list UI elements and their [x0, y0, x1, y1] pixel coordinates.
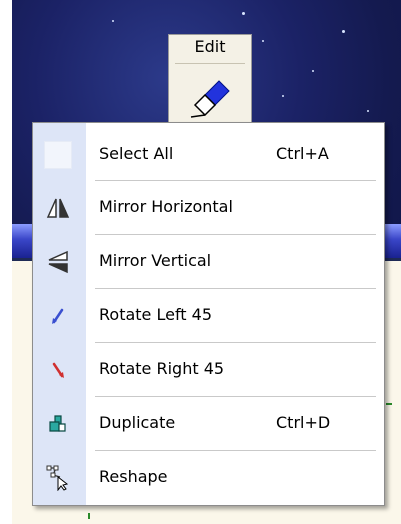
menu-item-label: Mirror Horizontal — [99, 197, 233, 216]
menu-item-label: Duplicate — [99, 413, 176, 432]
edit-label: Edit — [194, 37, 226, 56]
menu-item-label: Mirror Vertical — [99, 251, 212, 270]
menu-item-shortcut: Ctrl+A — [276, 144, 329, 163]
rotate-right-icon — [43, 355, 73, 385]
menu-separator — [95, 234, 376, 235]
menu-item-label: Rotate Right 45 — [99, 359, 225, 378]
duplicate-icon — [43, 409, 73, 439]
mirror-vertical-icon — [43, 247, 73, 277]
mirror-horizontal-icon — [43, 193, 73, 223]
edit-separator — [175, 63, 245, 64]
menu-separator — [95, 180, 376, 181]
rotate-left-icon — [43, 301, 73, 331]
menu-separator — [95, 396, 376, 397]
menu-item-label: Select All — [99, 144, 174, 163]
menu-item-duplicate[interactable]: Duplicate Ctrl+D — [33, 398, 384, 450]
menu-separator — [95, 342, 376, 343]
blank-icon — [43, 140, 73, 170]
eraser-icon — [189, 75, 233, 123]
menu-item-select-all[interactable]: Select All Ctrl+A — [33, 129, 384, 181]
menu-item-mirror-vertical[interactable]: Mirror Vertical — [33, 236, 384, 288]
menu-item-reshape[interactable]: Reshape — [33, 452, 384, 504]
context-menu: Select All Ctrl+A Mirror Horizontal Mirr… — [32, 122, 385, 506]
menu-item-mirror-horizontal[interactable]: Mirror Horizontal — [33, 182, 384, 234]
menu-item-rotate-right-45[interactable]: Rotate Right 45 — [33, 344, 384, 396]
menu-separator — [95, 450, 376, 451]
menu-item-rotate-left-45[interactable]: Rotate Left 45 — [33, 290, 384, 342]
menu-item-shortcut: Ctrl+D — [276, 413, 331, 432]
menu-separator — [95, 288, 376, 289]
reshape-icon — [43, 463, 73, 493]
menu-item-label: Rotate Left 45 — [99, 305, 213, 324]
edit-toolbar-button[interactable]: Edit — [168, 34, 252, 126]
menu-item-label: Reshape — [99, 467, 168, 486]
